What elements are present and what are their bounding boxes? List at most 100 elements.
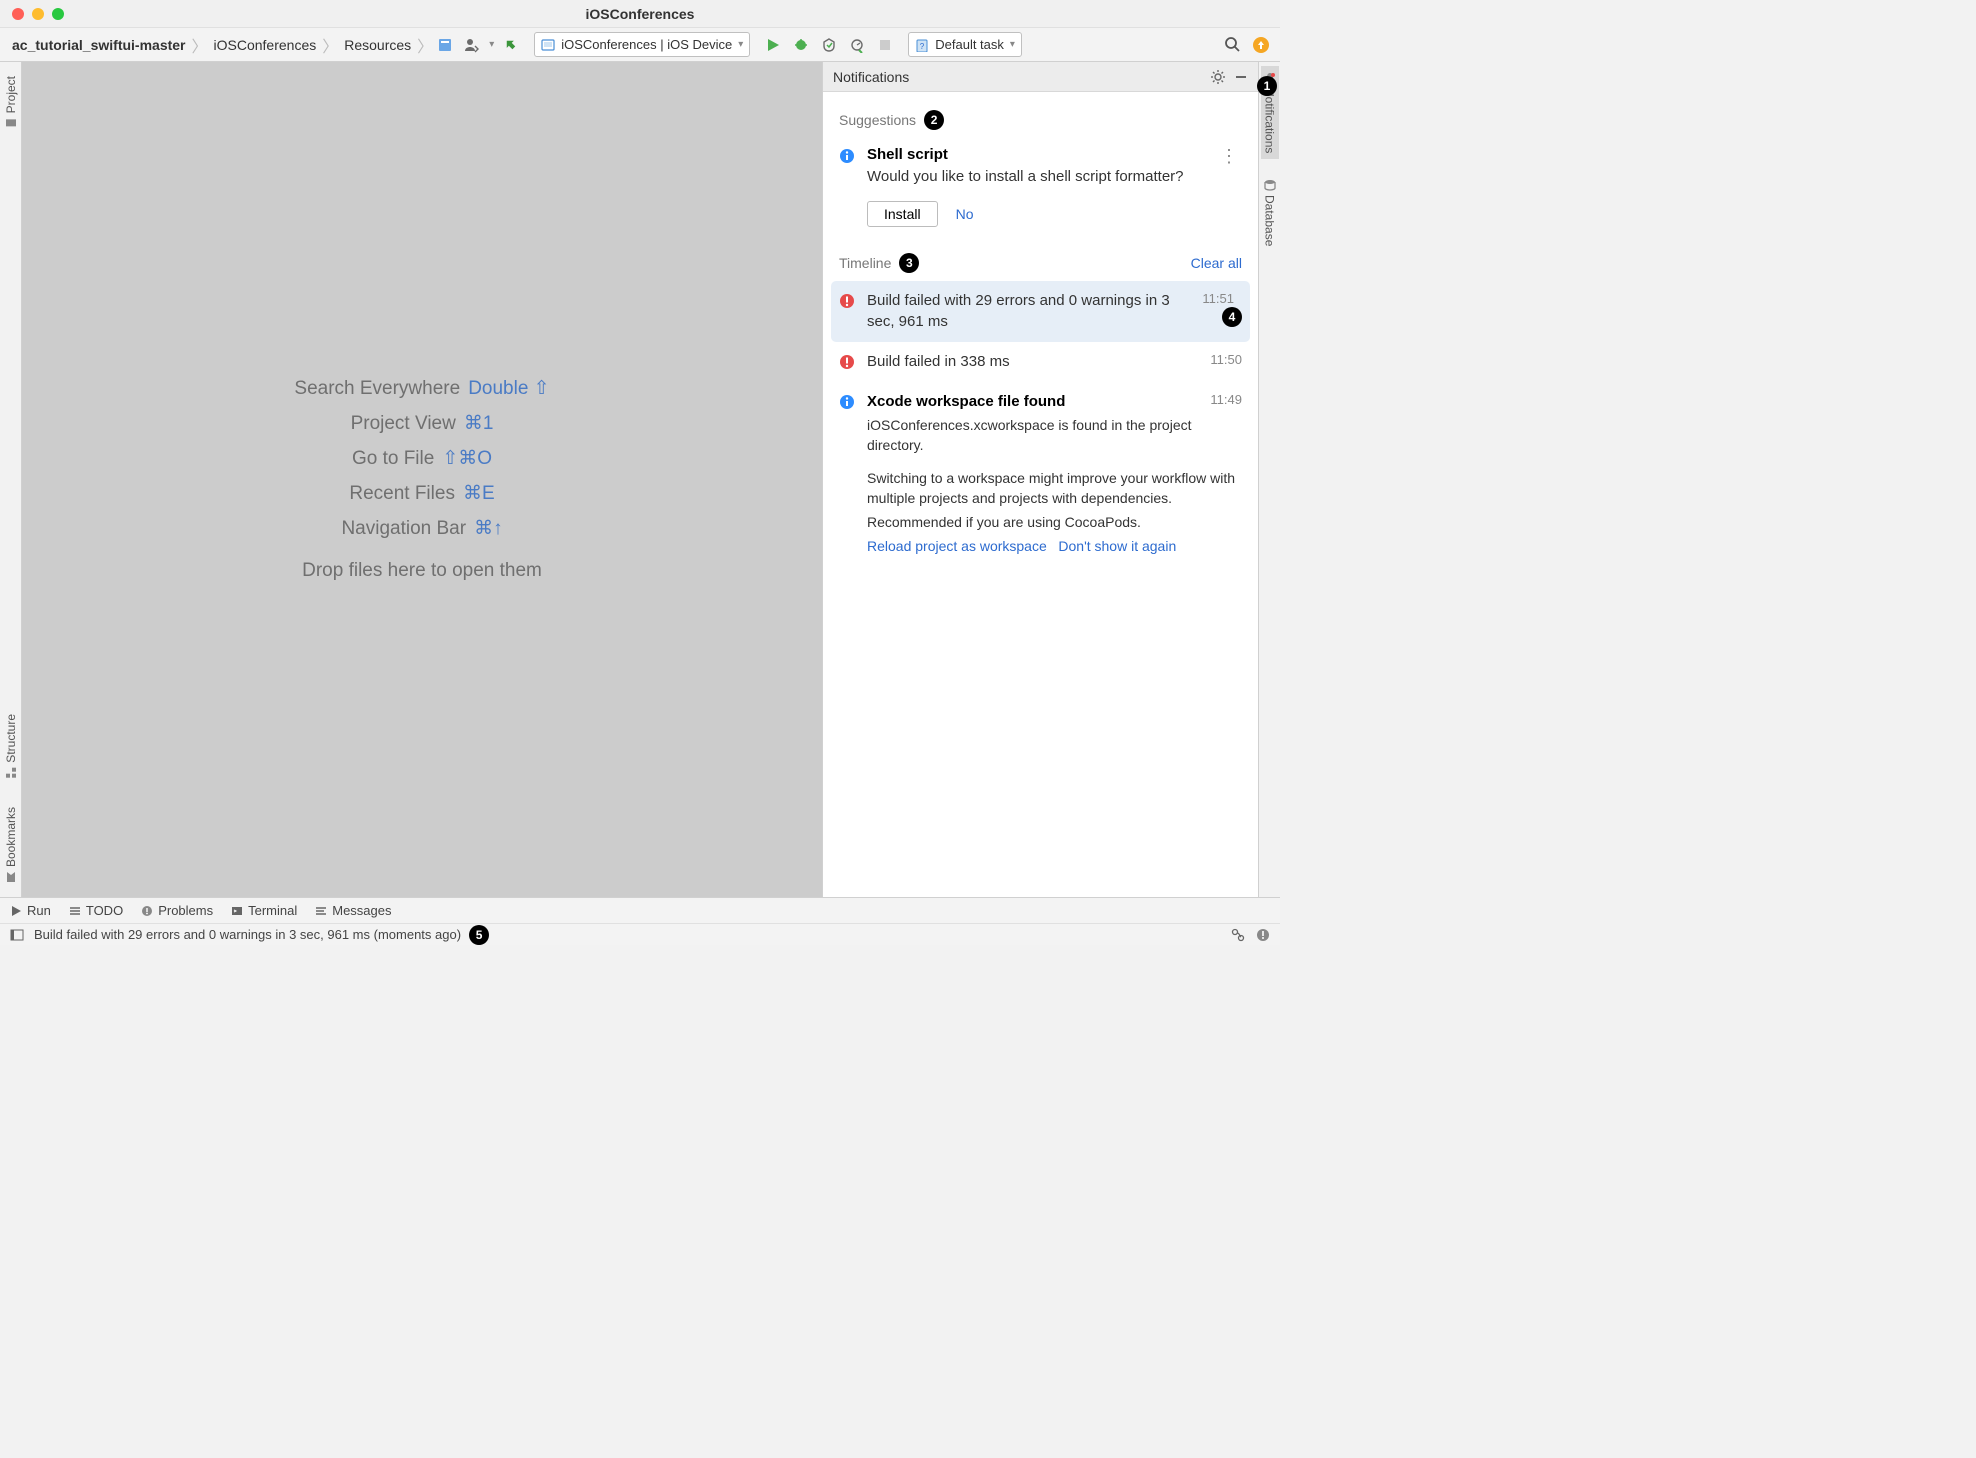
timeline-item[interactable]: Build failed with 29 errors and 0 warnin…	[831, 281, 1250, 342]
bookmarks-tab-label: Bookmarks	[4, 807, 18, 867]
profile-run-button[interactable]	[846, 34, 868, 56]
install-button[interactable]: Install	[867, 201, 938, 227]
timeline-title: Xcode workspace file found	[867, 392, 1242, 412]
timeline-body-line: iOSConferences.xcworkspace is found in t…	[867, 416, 1242, 455]
status-message: Build failed with 29 errors and 0 warnin…	[34, 927, 461, 942]
annotation-badge-5: 5	[469, 925, 489, 945]
task-icon: ?	[915, 38, 929, 52]
info-icon	[839, 392, 857, 554]
ide-status-icon[interactable]	[1256, 928, 1270, 942]
notifications-body: Suggestions 2 Shell script Would you lik…	[823, 92, 1258, 897]
timeline-time: 11:50	[1210, 352, 1242, 367]
editor-hint: Search Everywhere Double ⇧	[294, 377, 549, 400]
structure-tool-tab[interactable]: Structure	[2, 708, 20, 785]
project-tool-tab[interactable]: Project	[2, 70, 20, 135]
coverage-run-button[interactable]	[818, 34, 840, 56]
more-options-icon[interactable]: ⋮	[1216, 146, 1242, 227]
task-label: Default task	[935, 37, 1004, 52]
notifications-title: Notifications	[833, 69, 1202, 85]
dont-show-link[interactable]: Don't show it again	[1058, 538, 1176, 554]
terminal-tool-tab[interactable]: Terminal	[231, 903, 297, 918]
database-tool-tab[interactable]: Database	[1261, 173, 1279, 252]
minimize-panel-icon[interactable]	[1234, 70, 1248, 84]
error-icon	[839, 352, 857, 372]
chevron-right-icon: 〉	[417, 33, 433, 57]
file-icon[interactable]	[437, 37, 453, 53]
suggestion-text: Would you like to install a shell script…	[867, 167, 1206, 187]
close-window-button[interactable]	[12, 8, 24, 20]
chevron-down-icon: ▾	[738, 39, 743, 50]
timeline-heading: Timeline 3 Clear all	[823, 245, 1258, 281]
annotation-badge-2: 2	[924, 110, 944, 130]
vcs-user-icon[interactable]	[461, 34, 483, 56]
play-icon	[10, 905, 22, 917]
vcs-status-icon[interactable]	[1230, 927, 1246, 943]
reload-workspace-link[interactable]: Reload project as workspace	[867, 538, 1047, 554]
database-tab-label: Database	[1263, 195, 1277, 246]
gear-icon[interactable]	[1210, 69, 1226, 85]
structure-tab-label: Structure	[4, 714, 18, 763]
update-available-icon[interactable]	[1250, 34, 1272, 56]
timeline-time: 11:49	[1210, 392, 1242, 407]
right-tool-stripe: Notifications Database	[1258, 62, 1280, 897]
warning-icon	[141, 905, 153, 917]
chevron-right-icon: 〉	[322, 33, 338, 57]
clear-all-link[interactable]: Clear all	[1191, 255, 1242, 271]
problems-tool-tab[interactable]: Problems	[141, 903, 213, 918]
tool-windows-toggle-icon[interactable]	[10, 928, 24, 942]
folder-icon	[5, 117, 17, 129]
minimize-window-button[interactable]	[32, 8, 44, 20]
editor-empty-state[interactable]: Search Everywhere Double ⇧ Project View …	[22, 62, 822, 897]
timeline-body-line: Recommended if you are using CocoaPods.	[867, 513, 1242, 533]
breadcrumb-item[interactable]: iOSConferences	[210, 35, 321, 55]
run-button[interactable]	[762, 34, 784, 56]
annotation-badge-3: 3	[899, 253, 919, 273]
notifications-panel: Notifications Suggestions 2 Shell script…	[822, 62, 1258, 897]
bookmark-icon	[5, 871, 17, 883]
editor-hint: Go to File ⇧⌘O	[352, 447, 492, 470]
left-tool-stripe: Project Structure Bookmarks	[0, 62, 22, 897]
svg-text:?: ?	[920, 42, 925, 51]
chevron-down-icon[interactable]: ▾	[489, 39, 494, 50]
run-config-label: iOSConferences | iOS Device	[561, 37, 732, 52]
editor-hint: Project View ⌘1	[351, 412, 494, 435]
chevron-down-icon: ▾	[1010, 39, 1015, 50]
no-link[interactable]: No	[956, 206, 974, 222]
timeline-item[interactable]: Build failed in 338 ms 11:50	[823, 342, 1258, 382]
timeline-item[interactable]: Xcode workspace file found iOSConference…	[823, 382, 1258, 564]
suggestion-title: Shell script	[867, 146, 1206, 163]
error-icon	[839, 291, 857, 332]
timeline-body-line: Switching to a workspace might improve y…	[867, 469, 1242, 508]
maximize-window-button[interactable]	[52, 8, 64, 20]
workspace: Project Structure Bookmarks Search Every…	[0, 62, 1280, 897]
terminal-icon	[231, 905, 243, 917]
editor-hint: Navigation Bar ⌘↑	[341, 517, 502, 540]
run-configuration-select[interactable]: iOSConferences | iOS Device ▾	[534, 32, 750, 57]
timeline-title: Build failed with 29 errors and 0 warnin…	[867, 291, 1242, 332]
status-bar: Build failed with 29 errors and 0 warnin…	[0, 923, 1280, 945]
search-icon[interactable]	[1222, 34, 1244, 56]
window-titlebar: iOSConferences	[0, 0, 1280, 28]
debug-button[interactable]	[790, 34, 812, 56]
project-tab-label: Project	[4, 76, 18, 113]
bookmarks-tool-tab[interactable]: Bookmarks	[2, 801, 20, 889]
structure-icon	[5, 767, 17, 779]
messages-tool-tab[interactable]: Messages	[315, 903, 391, 918]
todo-tool-tab[interactable]: TODO	[69, 903, 123, 918]
timeline-title: Build failed in 338 ms	[867, 352, 1242, 372]
suggestions-heading: Suggestions 2	[823, 102, 1258, 138]
task-select[interactable]: ? Default task ▾	[908, 32, 1022, 57]
annotation-badge-1: 1	[1257, 76, 1277, 96]
window-title: iOSConferences	[586, 6, 695, 22]
editor-hint: Recent Files ⌘E	[349, 482, 494, 505]
notifications-tab-label: Notifications	[1263, 88, 1277, 153]
back-arrow-icon[interactable]	[500, 34, 522, 56]
run-tool-tab[interactable]: Run	[10, 903, 51, 918]
timeline-time: 11:51	[1202, 291, 1234, 306]
database-icon	[1264, 179, 1276, 191]
list-icon	[69, 905, 81, 917]
breadcrumb-root[interactable]: ac_tutorial_swiftui-master	[8, 35, 190, 55]
stop-button[interactable]	[874, 34, 896, 56]
device-icon	[541, 38, 555, 52]
breadcrumb-item[interactable]: Resources	[340, 35, 415, 55]
